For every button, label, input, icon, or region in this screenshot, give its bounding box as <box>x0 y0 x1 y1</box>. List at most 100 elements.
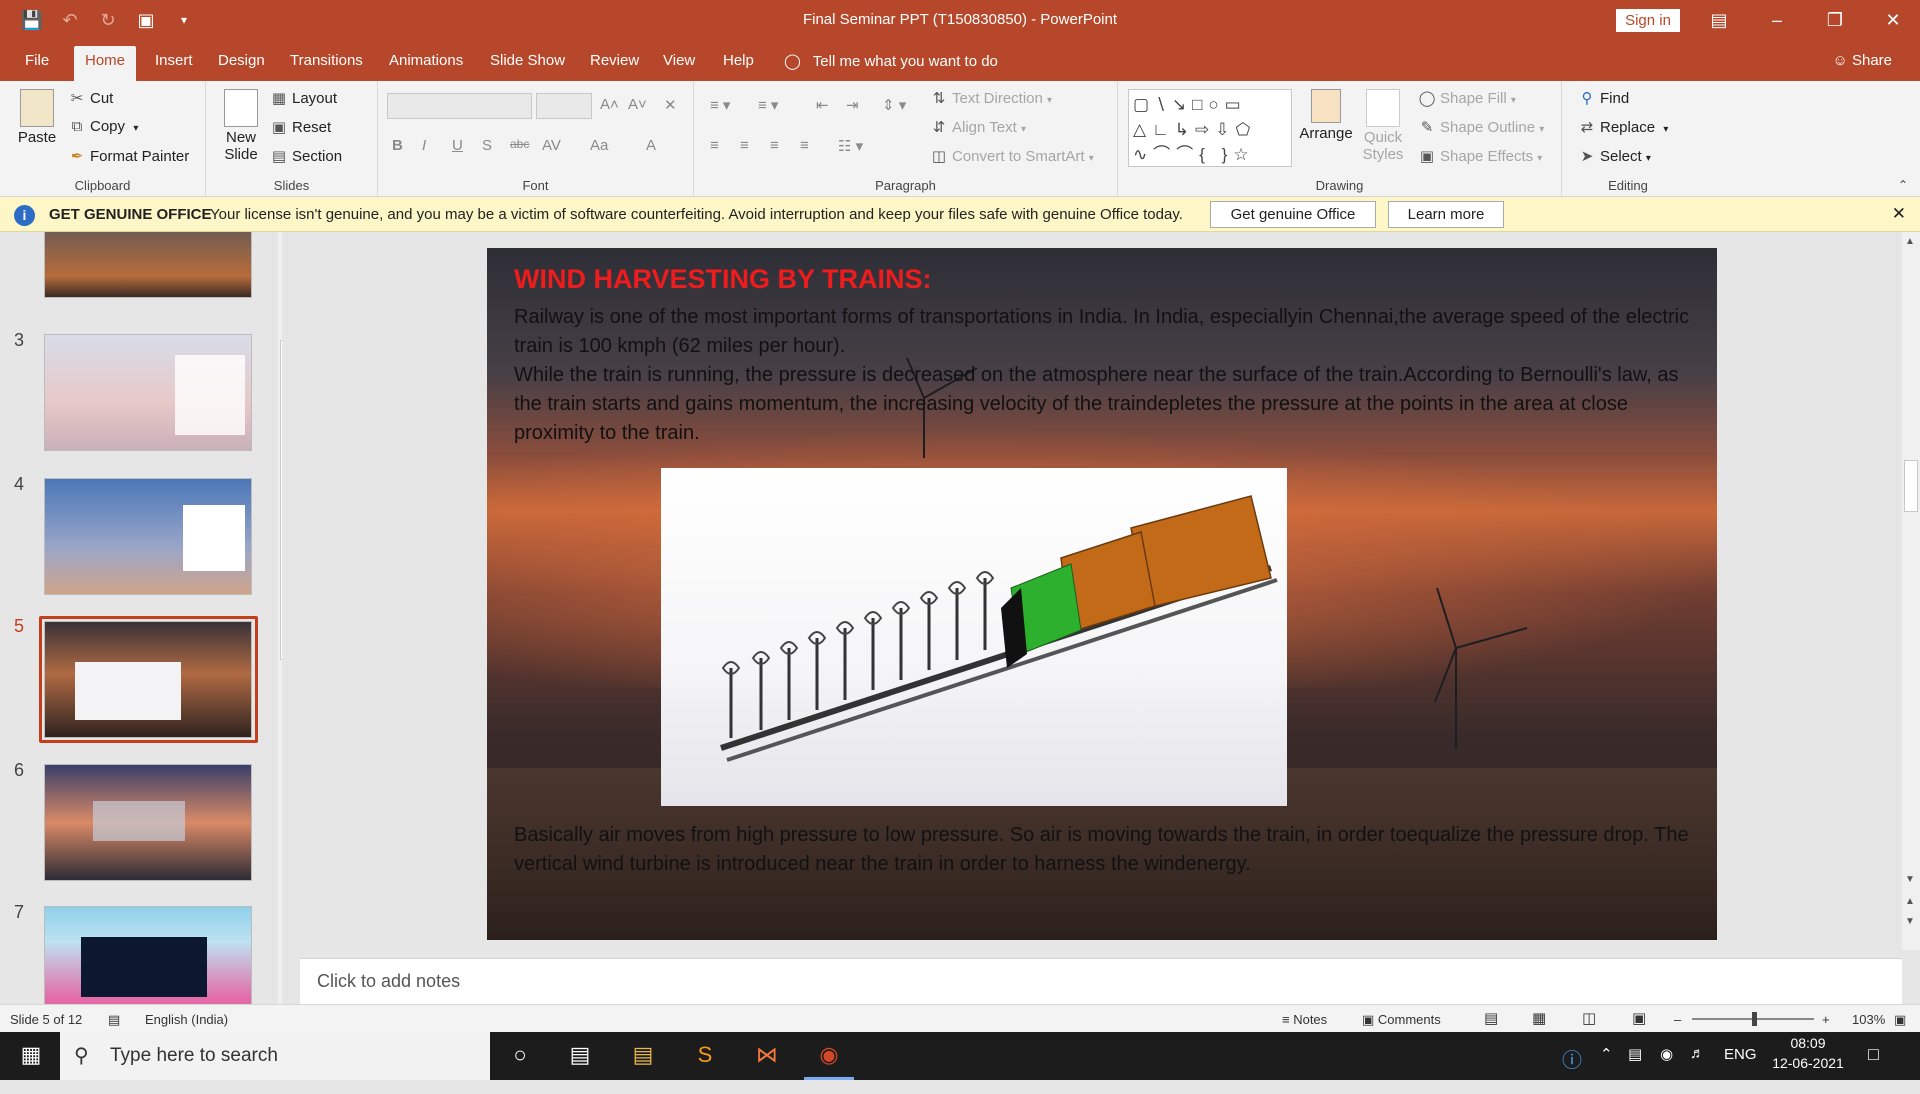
scroll-down-icon[interactable]: ▼ <box>280 986 282 997</box>
format-painter-button[interactable]: ✒ Format Painter <box>68 147 190 165</box>
line-spacing-icon[interactable]: ⇕ ▾ <box>882 96 906 114</box>
shape-fill-button[interactable]: ◯ Shape Fill ▾ <box>1418 89 1516 107</box>
columns-icon[interactable]: ☷ ▾ <box>838 137 863 155</box>
slide-title[interactable]: WIND HARVESTING BY TRAINS: <box>514 264 932 295</box>
quick-styles-button[interactable]: Quick Styles <box>1358 89 1408 163</box>
shrink-font-icon[interactable]: A˅ <box>628 96 647 113</box>
tab-home[interactable]: Home <box>74 46 137 81</box>
comments-button[interactable]: ▣ Comments <box>1362 1012 1441 1028</box>
underline-button[interactable]: U <box>452 137 463 154</box>
replace-button[interactable]: ⇄ Replace ▾ <box>1578 118 1669 136</box>
justify-icon[interactable]: ≡ <box>800 137 809 154</box>
slide-scrollbar[interactable]: ▲ ▼ ▲ ▼ <box>1902 232 1920 950</box>
numbering-icon[interactable]: ≡ ▾ <box>758 96 778 114</box>
bullets-icon[interactable]: ≡ ▾ <box>710 96 730 114</box>
notes-pane[interactable]: Click to add notes <box>300 958 1902 1004</box>
get-genuine-office-button[interactable]: Get genuine Office <box>1210 201 1376 228</box>
battery-icon[interactable]: ▤ <box>1628 1045 1642 1093</box>
current-slide[interactable]: WIND HARVESTING BY TRAINS: Railway is on… <box>487 248 1717 940</box>
fit-slide-icon[interactable]: ▣ <box>1894 1012 1906 1028</box>
slide-footer-text[interactable]: Basically air moves from high pressure t… <box>514 821 1694 879</box>
powerpoint-taskbar-icon[interactable]: ◉ <box>814 1042 844 1070</box>
thumbnail-slide-7[interactable] <box>44 906 252 1004</box>
align-left-icon[interactable]: ≡ <box>710 137 719 154</box>
tab-view[interactable]: View <box>652 46 706 81</box>
reset-button[interactable]: ▣ Reset <box>270 118 331 136</box>
find-button[interactable]: ⚲ Find <box>1578 89 1630 107</box>
tab-help[interactable]: Help <box>712 46 765 81</box>
align-right-icon[interactable]: ≡ <box>770 137 779 154</box>
maximize-icon[interactable]: ❐ <box>1806 10 1864 31</box>
zoom-slider[interactable] <box>1692 1012 1814 1026</box>
collapse-ribbon-icon[interactable]: ⌃ <box>1898 178 1908 192</box>
sublime-text-icon[interactable]: S <box>690 1042 720 1070</box>
cut-button[interactable]: ✂ Cut <box>68 89 114 107</box>
previous-slide-icon[interactable]: ▲ <box>1905 896 1915 907</box>
font-color-button[interactable]: A <box>646 137 656 154</box>
notification-icon[interactable]: □ <box>1868 1044 1879 1092</box>
xampp-icon[interactable]: ⋈ <box>752 1042 782 1070</box>
char-spacing-button[interactable]: AV <box>542 137 561 154</box>
paste-button[interactable]: Paste <box>14 89 60 146</box>
ribbon-display-icon[interactable]: ▤ <box>1690 10 1748 31</box>
convert-smartart-button[interactable]: ◫ Convert to SmartArt ▾ <box>930 147 1094 165</box>
new-slide-button[interactable]: New Slide <box>216 89 266 163</box>
share-button[interactable]: ☺ Share <box>1832 52 1892 69</box>
layout-button[interactable]: ▦ Layout <box>270 89 337 107</box>
reading-view-icon[interactable]: ◫ <box>1582 1009 1596 1027</box>
italic-button[interactable]: I <box>422 137 426 154</box>
thumbnail-slide-3[interactable] <box>44 334 252 451</box>
slide-body-text[interactable]: Railway is one of the most important for… <box>514 303 1694 448</box>
slideshow-view-icon[interactable]: ▣ <box>1632 1009 1646 1027</box>
thumbnail-slide-2[interactable] <box>44 232 252 298</box>
font-name-combo[interactable] <box>387 93 532 119</box>
show-hidden-icons[interactable]: ⌃ <box>1600 1045 1613 1093</box>
close-icon[interactable]: ✕ <box>1892 204 1906 224</box>
copy-button[interactable]: ⧉ Copy ▾ <box>68 118 139 135</box>
change-case-button[interactable]: Aa <box>590 137 608 154</box>
increase-indent-icon[interactable]: ⇥ <box>846 96 859 114</box>
tab-file[interactable]: File <box>14 46 60 81</box>
sign-in-button[interactable]: Sign in <box>1616 9 1680 32</box>
zoom-level[interactable]: 103% <box>1852 1012 1885 1027</box>
shape-effects-button[interactable]: ▣ Shape Effects ▾ <box>1418 147 1542 165</box>
shadow-button[interactable]: S <box>482 137 492 154</box>
slide-scroll-thumb[interactable] <box>1904 460 1918 512</box>
task-view-icon[interactable]: ▤ <box>565 1042 595 1070</box>
windows-start-icon[interactable]: ▦ <box>16 1042 46 1070</box>
notes-button[interactable]: ≡ Notes <box>1282 1012 1327 1027</box>
shape-outline-button[interactable]: ✎ Shape Outline ▾ <box>1418 118 1545 136</box>
bold-button[interactable]: B <box>392 137 403 154</box>
tab-transitions[interactable]: Transitions <box>279 46 374 81</box>
train-turbine-image[interactable] <box>661 468 1287 806</box>
slide-sorter-icon[interactable]: ▦ <box>1532 1009 1546 1027</box>
zoom-slider-thumb[interactable] <box>1752 1012 1757 1026</box>
shapes-gallery[interactable]: ▢∖↘□○▭ △∟↳⇨⇩⬠ ∿⌒⌒{ }☆ <box>1128 89 1292 167</box>
font-size-combo[interactable] <box>536 93 592 119</box>
cortana-icon[interactable]: ○ <box>505 1042 535 1070</box>
network-icon[interactable]: ◉ <box>1660 1045 1673 1093</box>
clock[interactable]: 08:09 12-06-2021 <box>1772 1035 1844 1083</box>
tab-animations[interactable]: Animations <box>378 46 474 81</box>
tab-review[interactable]: Review <box>579 46 650 81</box>
scroll-down-icon[interactable]: ▼ <box>1905 874 1915 885</box>
align-center-icon[interactable]: ≡ <box>740 137 749 154</box>
decrease-indent-icon[interactable]: ⇤ <box>816 96 829 114</box>
select-button[interactable]: ➤ Select ▾ <box>1578 147 1651 165</box>
help-icon[interactable]: ⓘ <box>1562 1044 1582 1092</box>
thumbnail-slide-6[interactable] <box>44 764 252 881</box>
tab-insert[interactable]: Insert <box>144 46 204 81</box>
section-button[interactable]: ▤ Section <box>270 147 342 165</box>
clear-formatting-icon[interactable]: ✕ <box>664 96 677 114</box>
arrange-button[interactable]: Arrange <box>1298 89 1354 142</box>
grow-font-icon[interactable]: A˄ <box>600 96 619 113</box>
volume-icon[interactable]: ♬ <box>1690 1045 1705 1093</box>
strikethrough-button[interactable]: abc <box>510 137 529 151</box>
align-text-button[interactable]: ⇵ Align Text ▾ <box>930 118 1026 136</box>
text-direction-button[interactable]: ⇅ Text Direction ▾ <box>930 89 1052 107</box>
zoom-in-icon[interactable]: + <box>1822 1012 1830 1027</box>
learn-more-button[interactable]: Learn more <box>1388 201 1504 228</box>
thumbnail-slide-5[interactable] <box>44 621 252 738</box>
input-language[interactable]: ENG <box>1724 1046 1757 1094</box>
language-indicator[interactable]: English (India) <box>145 1012 228 1027</box>
